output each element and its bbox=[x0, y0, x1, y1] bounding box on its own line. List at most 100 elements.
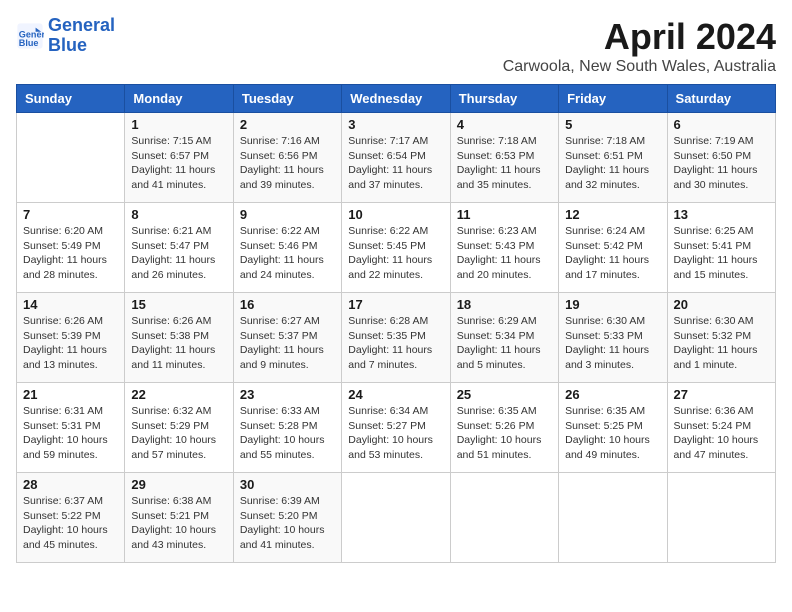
day-info: Sunrise: 7:17 AM Sunset: 6:54 PM Dayligh… bbox=[348, 134, 443, 193]
header: General Blue General Blue April 2024 Car… bbox=[16, 16, 776, 76]
title-area: April 2024 Carwoola, New South Wales, Au… bbox=[503, 16, 776, 76]
day-info: Sunrise: 6:30 AM Sunset: 5:33 PM Dayligh… bbox=[565, 314, 660, 373]
day-info: Sunrise: 7:19 AM Sunset: 6:50 PM Dayligh… bbox=[674, 134, 769, 193]
calendar-cell bbox=[559, 473, 667, 563]
day-info: Sunrise: 7:18 AM Sunset: 6:53 PM Dayligh… bbox=[457, 134, 552, 193]
day-info: Sunrise: 6:27 AM Sunset: 5:37 PM Dayligh… bbox=[240, 314, 335, 373]
calendar-cell bbox=[342, 473, 450, 563]
day-number: 22 bbox=[131, 387, 226, 402]
day-number: 21 bbox=[23, 387, 118, 402]
day-info: Sunrise: 6:31 AM Sunset: 5:31 PM Dayligh… bbox=[23, 404, 118, 463]
day-number: 5 bbox=[565, 117, 660, 132]
day-number: 23 bbox=[240, 387, 335, 402]
day-number: 19 bbox=[565, 297, 660, 312]
day-info: Sunrise: 6:29 AM Sunset: 5:34 PM Dayligh… bbox=[457, 314, 552, 373]
day-number: 12 bbox=[565, 207, 660, 222]
calendar-cell bbox=[450, 473, 558, 563]
day-number: 1 bbox=[131, 117, 226, 132]
day-info: Sunrise: 6:33 AM Sunset: 5:28 PM Dayligh… bbox=[240, 404, 335, 463]
day-info: Sunrise: 6:38 AM Sunset: 5:21 PM Dayligh… bbox=[131, 494, 226, 553]
day-number: 10 bbox=[348, 207, 443, 222]
day-number: 17 bbox=[348, 297, 443, 312]
day-info: Sunrise: 7:18 AM Sunset: 6:51 PM Dayligh… bbox=[565, 134, 660, 193]
day-info: Sunrise: 6:26 AM Sunset: 5:38 PM Dayligh… bbox=[131, 314, 226, 373]
day-number: 29 bbox=[131, 477, 226, 492]
month-title: April 2024 bbox=[503, 16, 776, 58]
day-info: Sunrise: 6:21 AM Sunset: 5:47 PM Dayligh… bbox=[131, 224, 226, 283]
logo-text: General Blue bbox=[48, 16, 115, 56]
day-info: Sunrise: 6:36 AM Sunset: 5:24 PM Dayligh… bbox=[674, 404, 769, 463]
calendar-cell: 25 Sunrise: 6:35 AM Sunset: 5:26 PM Dayli… bbox=[450, 383, 558, 473]
day-number: 4 bbox=[457, 117, 552, 132]
day-number: 25 bbox=[457, 387, 552, 402]
calendar-cell: 3 Sunrise: 7:17 AM Sunset: 6:54 PM Daylig… bbox=[342, 113, 450, 203]
day-info: Sunrise: 6:23 AM Sunset: 5:43 PM Dayligh… bbox=[457, 224, 552, 283]
day-number: 9 bbox=[240, 207, 335, 222]
day-info: Sunrise: 6:37 AM Sunset: 5:22 PM Dayligh… bbox=[23, 494, 118, 553]
day-info: Sunrise: 6:32 AM Sunset: 5:29 PM Dayligh… bbox=[131, 404, 226, 463]
calendar-week-3: 21 Sunrise: 6:31 AM Sunset: 5:31 PM Dayli… bbox=[17, 383, 776, 473]
calendar-cell bbox=[667, 473, 775, 563]
day-info: Sunrise: 6:24 AM Sunset: 5:42 PM Dayligh… bbox=[565, 224, 660, 283]
calendar-cell: 27Sunrise: 6:36 AM Sunset: 5:24 PM Dayli… bbox=[667, 383, 775, 473]
day-number: 16 bbox=[240, 297, 335, 312]
header-sunday: Sunday bbox=[17, 85, 125, 113]
header-wednesday: Wednesday bbox=[342, 85, 450, 113]
logo: General Blue General Blue bbox=[16, 16, 115, 56]
calendar-cell: 4 Sunrise: 7:18 AM Sunset: 6:53 PM Daylig… bbox=[450, 113, 558, 203]
calendar-header-row: SundayMondayTuesdayWednesdayThursdayFrid… bbox=[17, 85, 776, 113]
day-info: Sunrise: 6:28 AM Sunset: 5:35 PM Dayligh… bbox=[348, 314, 443, 373]
calendar-cell: 29 Sunrise: 6:38 AM Sunset: 5:21 PM Dayli… bbox=[125, 473, 233, 563]
day-number: 6 bbox=[674, 117, 769, 132]
day-number: 20 bbox=[674, 297, 769, 312]
day-number: 2 bbox=[240, 117, 335, 132]
calendar-cell: 17 Sunrise: 6:28 AM Sunset: 5:35 PM Dayli… bbox=[342, 293, 450, 383]
calendar-cell: 2 Sunrise: 7:16 AM Sunset: 6:56 PM Daylig… bbox=[233, 113, 341, 203]
calendar-cell: 20 Sunrise: 6:30 AM Sunset: 5:32 PM Dayli… bbox=[667, 293, 775, 383]
day-number: 15 bbox=[131, 297, 226, 312]
day-number: 7 bbox=[23, 207, 118, 222]
day-info: Sunrise: 6:34 AM Sunset: 5:27 PM Dayligh… bbox=[348, 404, 443, 463]
day-info: Sunrise: 6:22 AM Sunset: 5:46 PM Dayligh… bbox=[240, 224, 335, 283]
calendar-cell: 1 Sunrise: 7:15 AM Sunset: 6:57 PM Daylig… bbox=[125, 113, 233, 203]
calendar-cell: 6 Sunrise: 7:19 AM Sunset: 6:50 PM Daylig… bbox=[667, 113, 775, 203]
svg-text:Blue: Blue bbox=[19, 38, 39, 48]
calendar-cell: 11 Sunrise: 6:23 AM Sunset: 5:43 PM Dayli… bbox=[450, 203, 558, 293]
day-number: 24 bbox=[348, 387, 443, 402]
calendar-cell: 5 Sunrise: 7:18 AM Sunset: 6:51 PM Daylig… bbox=[559, 113, 667, 203]
header-tuesday: Tuesday bbox=[233, 85, 341, 113]
header-monday: Monday bbox=[125, 85, 233, 113]
day-info: Sunrise: 6:25 AM Sunset: 5:41 PM Dayligh… bbox=[674, 224, 769, 283]
day-number: 30 bbox=[240, 477, 335, 492]
day-number: 26 bbox=[565, 387, 660, 402]
day-info: Sunrise: 6:35 AM Sunset: 5:26 PM Dayligh… bbox=[457, 404, 552, 463]
location-title: Carwoola, New South Wales, Australia bbox=[503, 58, 776, 76]
day-info: Sunrise: 7:15 AM Sunset: 6:57 PM Dayligh… bbox=[131, 134, 226, 193]
day-info: Sunrise: 6:22 AM Sunset: 5:45 PM Dayligh… bbox=[348, 224, 443, 283]
calendar-cell: 10 Sunrise: 6:22 AM Sunset: 5:45 PM Dayli… bbox=[342, 203, 450, 293]
header-thursday: Thursday bbox=[450, 85, 558, 113]
calendar-cell: 7Sunrise: 6:20 AM Sunset: 5:49 PM Daylig… bbox=[17, 203, 125, 293]
calendar-cell: 21 Sunrise: 6:31 AM Sunset: 5:31 PM Dayli… bbox=[17, 383, 125, 473]
day-number: 13 bbox=[674, 207, 769, 222]
calendar-cell: 22 Sunrise: 6:32 AM Sunset: 5:29 PM Dayli… bbox=[125, 383, 233, 473]
calendar-cell: 28 Sunrise: 6:37 AM Sunset: 5:22 PM Dayli… bbox=[17, 473, 125, 563]
calendar-cell: 12 Sunrise: 6:24 AM Sunset: 5:42 PM Dayli… bbox=[559, 203, 667, 293]
day-number: 3 bbox=[348, 117, 443, 132]
calendar-cell: 13 Sunrise: 6:25 AM Sunset: 5:41 PM Dayli… bbox=[667, 203, 775, 293]
day-number: 11 bbox=[457, 207, 552, 222]
day-number: 18 bbox=[457, 297, 552, 312]
day-number: 28 bbox=[23, 477, 118, 492]
day-info: Sunrise: 6:26 AM Sunset: 5:39 PM Dayligh… bbox=[23, 314, 118, 373]
header-friday: Friday bbox=[559, 85, 667, 113]
day-number: 8 bbox=[131, 207, 226, 222]
day-info: Sunrise: 6:35 AM Sunset: 5:25 PM Dayligh… bbox=[565, 404, 660, 463]
calendar-cell: 8 Sunrise: 6:21 AM Sunset: 5:47 PM Daylig… bbox=[125, 203, 233, 293]
calendar-cell: 30Sunrise: 6:39 AM Sunset: 5:20 PM Dayli… bbox=[233, 473, 341, 563]
day-info: Sunrise: 6:30 AM Sunset: 5:32 PM Dayligh… bbox=[674, 314, 769, 373]
logo-icon: General Blue bbox=[16, 22, 44, 50]
day-info: Sunrise: 7:16 AM Sunset: 6:56 PM Dayligh… bbox=[240, 134, 335, 193]
calendar-week-4: 28 Sunrise: 6:37 AM Sunset: 5:22 PM Dayli… bbox=[17, 473, 776, 563]
calendar-cell bbox=[17, 113, 125, 203]
calendar-cell: 24 Sunrise: 6:34 AM Sunset: 5:27 PM Dayli… bbox=[342, 383, 450, 473]
